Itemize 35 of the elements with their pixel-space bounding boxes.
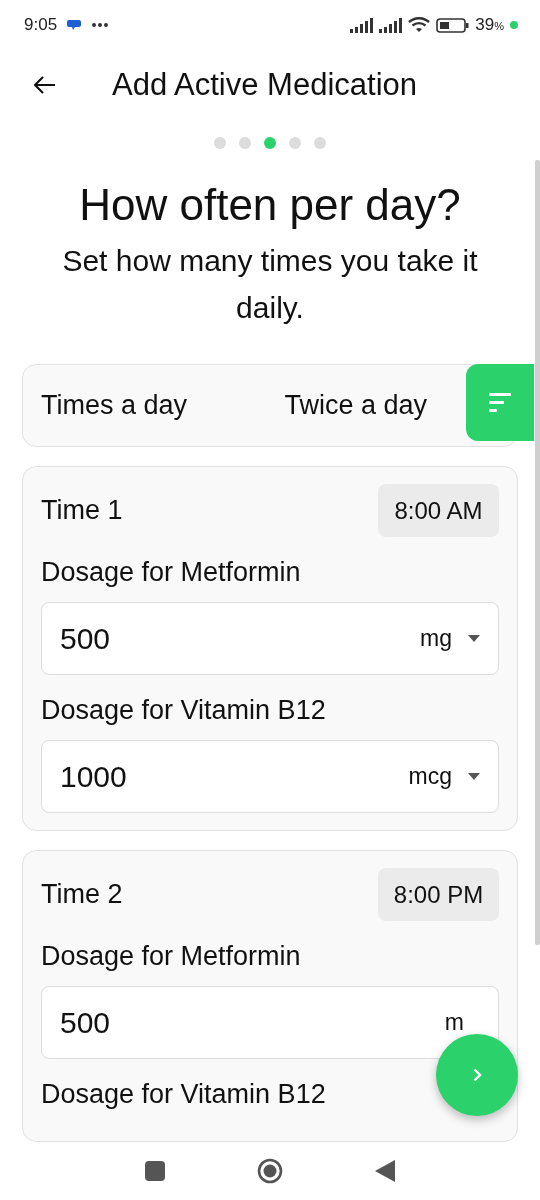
unit-dropdown[interactable]: mg — [420, 625, 452, 652]
status-time: 9:05 — [24, 15, 58, 35]
signal-icon — [379, 17, 403, 33]
battery-percent: 39% — [475, 15, 504, 35]
time-button[interactable]: 8:00 AM — [378, 484, 499, 537]
sort-lines-icon — [489, 393, 511, 412]
dosage-field[interactable]: 500 mg — [41, 602, 499, 675]
time-button[interactable]: 8:00 PM — [378, 868, 499, 921]
recents-icon[interactable] — [145, 1161, 165, 1181]
question-subtitle: Set how many times you take it daily. — [61, 243, 479, 326]
dosage-field[interactable]: 500 m — [41, 986, 499, 1059]
home-icon[interactable] — [257, 1158, 283, 1184]
battery-icon — [436, 17, 470, 33]
page-title: Add Active Medication — [112, 66, 417, 103]
message-icon — [67, 19, 82, 31]
chevron-right-icon — [472, 1068, 482, 1082]
status-dot-icon — [510, 21, 518, 29]
frequency-value: Twice a day — [284, 390, 427, 421]
back-icon[interactable] — [375, 1160, 395, 1182]
back-button[interactable] — [34, 75, 56, 94]
question-title: How often per day? — [78, 179, 462, 231]
unit-dropdown[interactable]: m — [444, 1009, 464, 1036]
time-label: Time 2 — [41, 879, 123, 910]
dosage-label: Dosage for Metformin — [41, 557, 301, 588]
frequency-label: Times a day — [41, 390, 189, 421]
dosage-label: Dosage for Vitamin B12 — [41, 1079, 326, 1110]
dosage-field[interactable]: 1000 mcg — [41, 740, 499, 813]
more-icon — [91, 22, 110, 28]
dosage-label: Dosage for Metformin — [41, 941, 301, 972]
wifi-icon — [408, 17, 431, 33]
signal-icon — [350, 17, 374, 33]
back-arrow-icon — [34, 75, 56, 94]
time-label: Time 1 — [41, 495, 123, 526]
unit-dropdown[interactable]: mcg — [408, 763, 452, 790]
dosage-label: Dosage for Vitamin B12 — [41, 695, 326, 726]
